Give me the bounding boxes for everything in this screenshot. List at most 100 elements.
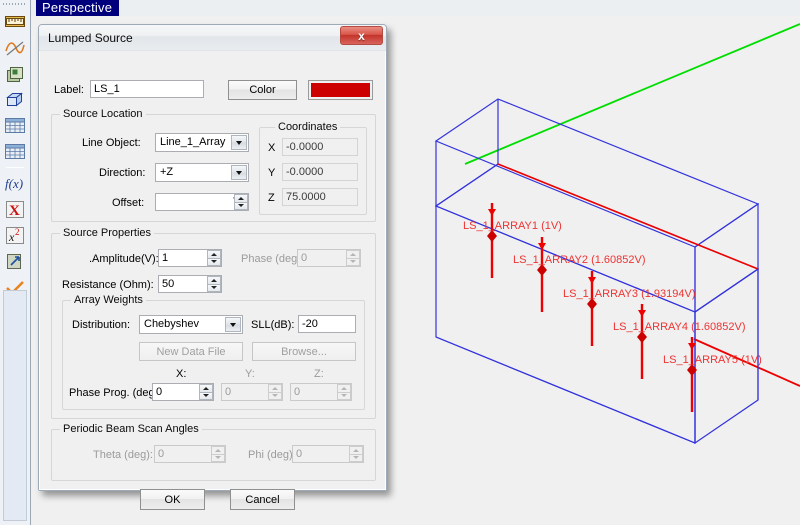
phi-stepper <box>292 445 364 463</box>
phase-prog-z-spin-up <box>337 384 351 392</box>
coord-y-label: Y <box>268 167 275 179</box>
phase-prog-label: Phase Prog. (deg): <box>69 387 161 399</box>
source-location-group: Source Location Line Object: Line_1_Arra… <box>51 114 376 222</box>
amplitude-label: .Amplitude(V): <box>89 253 159 265</box>
left-toolbar: f(x) X x 2 <box>0 0 31 525</box>
chevron-down-icon[interactable] <box>225 317 241 332</box>
resistance-stepper[interactable] <box>158 275 222 293</box>
offset-stepper[interactable] <box>155 193 249 211</box>
phase-prog-x-stepper[interactable] <box>152 383 214 401</box>
view-tab-bar: Perspective <box>31 0 800 16</box>
color-swatch[interactable] <box>308 80 373 100</box>
phase-stepper <box>297 249 361 267</box>
direction-value: +Z <box>160 166 173 178</box>
application-window: f(x) X x 2 <box>0 0 800 525</box>
dialog-body: Label: Color Source Location Line Object… <box>39 51 386 490</box>
offset-spin-down[interactable] <box>234 202 248 211</box>
source-label-1: LS_1_ARRAY1 (1V) <box>463 220 562 232</box>
amplitude-spin-up[interactable] <box>207 250 221 258</box>
coordinates-group: Coordinates X Y Z <box>259 127 367 215</box>
source-label-4: LS_1_ARRAY4 (1.60852V) <box>613 321 746 333</box>
grid-table-icon[interactable] <box>3 113 28 138</box>
browse-button: Browse... <box>252 342 356 361</box>
document-arrow-icon[interactable] <box>3 249 28 274</box>
close-icon[interactable]: x <box>340 26 383 45</box>
resistance-spinner[interactable] <box>207 276 221 292</box>
resistance-spin-down[interactable] <box>207 284 221 293</box>
coord-y-value <box>282 163 358 181</box>
cancel-button[interactable]: Cancel <box>230 489 295 510</box>
phase-prog-z-spin-down <box>337 392 351 401</box>
phase-spin-down <box>346 258 360 267</box>
phase-label: Phase (deg): <box>241 253 304 265</box>
coord-x-label: X <box>268 142 275 154</box>
theta-spin-up <box>211 446 225 454</box>
svg-text:2: 2 <box>15 227 20 237</box>
label-input[interactable] <box>90 80 204 98</box>
chevron-down-icon[interactable] <box>231 165 247 180</box>
coord-x-value <box>282 138 358 156</box>
source-label-5: LS_1_ARRAY5 (1V) <box>663 354 762 366</box>
chevron-down-icon[interactable] <box>231 135 247 150</box>
phi-spin-down <box>349 454 363 463</box>
phase-prog-y-spin-down <box>268 392 282 401</box>
new-data-file-button: New Data File <box>139 342 243 361</box>
direction-label: Direction: <box>99 167 145 179</box>
phase-prog-x-spinner[interactable] <box>199 384 213 400</box>
offset-spin-up[interactable] <box>234 194 248 202</box>
box-3d-icon[interactable] <box>3 87 28 112</box>
source-properties-title: Source Properties <box>60 227 154 239</box>
source-properties-group: Source Properties .Amplitude(V): Phase (… <box>51 233 376 419</box>
phi-label: Phi (deg): <box>248 449 296 461</box>
theta-stepper <box>154 445 226 463</box>
direction-select[interactable]: +Z <box>155 163 249 182</box>
documents-icon[interactable] <box>3 61 28 86</box>
phase-prog-x-spin-up[interactable] <box>199 384 213 392</box>
axis-y-line <box>465 24 800 164</box>
svg-text:X: X <box>9 203 20 218</box>
line-object-select[interactable]: Line_1_Array <box>155 133 249 152</box>
lumped-source-dialog: Lumped Source x Label: Color Source Loca… <box>38 24 387 491</box>
toolbar-empty-area <box>3 290 27 521</box>
phase-prog-x-label: X: <box>176 368 186 380</box>
phase-prog-z-label: Z: <box>314 368 324 380</box>
color-swatch-fill <box>311 83 370 97</box>
line-object-value: Line_1_Array <box>160 136 225 148</box>
line-object-label: Line Object: <box>82 137 141 149</box>
coord-z-label: Z <box>268 192 275 204</box>
ok-button[interactable]: OK <box>140 489 205 510</box>
x-squared-icon[interactable]: x 2 <box>3 223 28 248</box>
toolbar-drag-handle[interactable] <box>3 1 27 8</box>
theta-spinner <box>211 446 225 462</box>
periodic-beam-scan-title: Periodic Beam Scan Angles <box>60 423 202 435</box>
function-fx-icon[interactable]: f(x) <box>3 171 28 196</box>
variable-x-icon[interactable]: X <box>3 197 28 222</box>
offset-spinner[interactable] <box>234 194 248 210</box>
source-label-3: LS_1_ARRAY3 (1.93194V) <box>563 288 696 300</box>
source-location-title: Source Location <box>60 108 146 120</box>
svg-text:f(x): f(x) <box>5 176 23 191</box>
phase-prog-y-spin-up <box>268 384 282 392</box>
color-button[interactable]: Color <box>228 80 297 100</box>
tab-perspective[interactable]: Perspective <box>36 0 119 16</box>
resistance-spin-up[interactable] <box>207 276 221 284</box>
sll-input[interactable] <box>298 315 356 333</box>
wireframe-box <box>436 99 758 443</box>
dialog-title-bar[interactable]: Lumped Source x <box>39 25 386 51</box>
periodic-beam-scan-group: Periodic Beam Scan Angles Theta (deg): P… <box>51 429 376 481</box>
amplitude-stepper[interactable] <box>158 249 222 267</box>
phi-spinner <box>349 446 363 462</box>
phase-prog-z-stepper <box>290 383 352 401</box>
distribution-select[interactable]: Chebyshev <box>139 315 243 334</box>
phase-prog-x-spin-down[interactable] <box>199 392 213 401</box>
svg-text:x: x <box>8 230 15 244</box>
waveform-icon[interactable] <box>3 35 28 60</box>
label-caption: Label: <box>54 84 84 96</box>
amplitude-spinner[interactable] <box>207 250 221 266</box>
grid-table-2-icon[interactable] <box>3 139 28 164</box>
amplitude-spin-down[interactable] <box>207 258 221 267</box>
phase-spinner <box>346 250 360 266</box>
phase-prog-y-spinner <box>268 384 282 400</box>
theta-spin-down <box>211 454 225 463</box>
ruler-icon[interactable] <box>3 9 28 34</box>
